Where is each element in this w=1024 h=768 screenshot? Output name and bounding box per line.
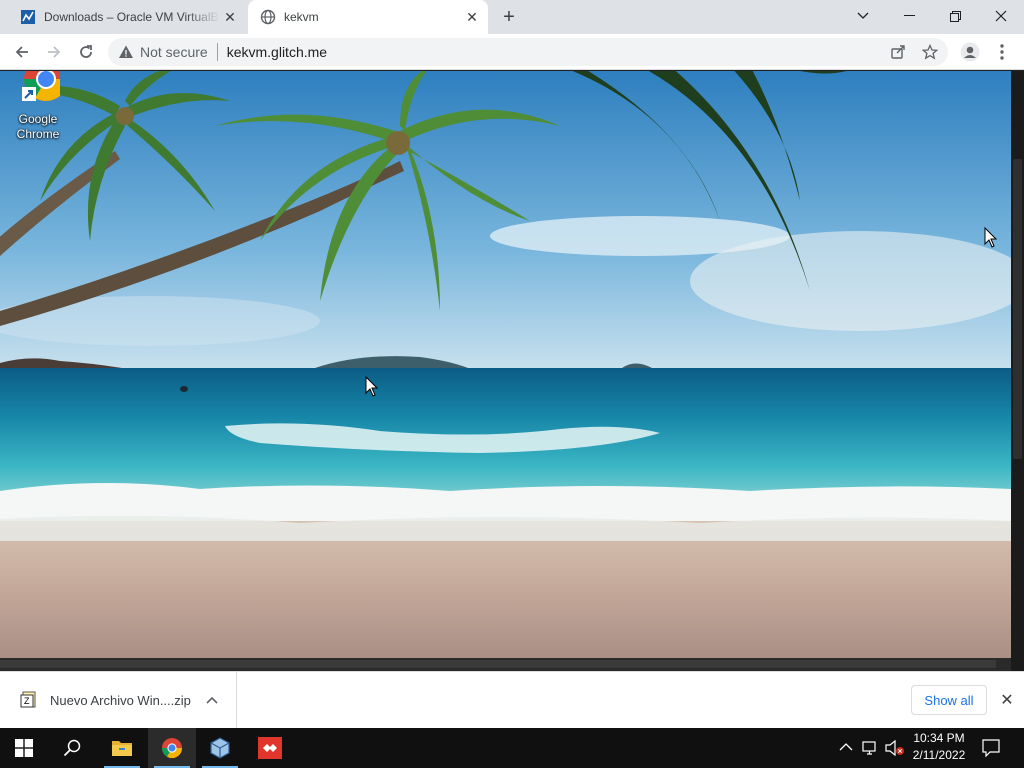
windows-start-icon[interactable] — [0, 728, 48, 768]
vm-screen[interactable]: Google Chrome — [0, 71, 1011, 658]
chrome-icon[interactable] — [148, 728, 196, 768]
google-chrome-desktop-shortcut[interactable]: Google Chrome — [8, 71, 68, 141]
beach-wallpaper — [0, 71, 1011, 658]
share-icon[interactable] — [890, 44, 906, 60]
omnibox-divider — [216, 43, 218, 61]
download-item[interactable]: Z Nuevo Archivo Win....zip — [0, 672, 237, 728]
network-icon[interactable] — [862, 740, 880, 756]
clock-date: 2/11/2022 — [912, 748, 966, 762]
scrollbar-thumb[interactable] — [1013, 159, 1022, 459]
download-shelf: Z Nuevo Archivo Win....zip Show all ✕ — [0, 671, 1024, 728]
desktop-icon-label-line1: Google — [18, 112, 58, 126]
back-icon[interactable] — [8, 38, 36, 66]
security-label[interactable]: Not secure — [140, 44, 208, 60]
virtualbox-icon[interactable] — [196, 728, 244, 768]
address-bar[interactable]: Not secure kekvm.glitch.me — [108, 38, 948, 66]
search-icon[interactable] — [48, 728, 96, 768]
show-all-button[interactable]: Show all — [911, 685, 987, 715]
chevron-up-icon[interactable] — [206, 696, 218, 704]
zip-file-icon: Z — [20, 691, 36, 708]
warning-icon[interactable] — [118, 44, 134, 60]
new-tab-button[interactable]: + — [497, 6, 521, 28]
download-filename: Nuevo Archivo Win....zip — [50, 692, 191, 708]
minimize-icon[interactable] — [886, 0, 932, 32]
forward-icon[interactable] — [40, 38, 68, 66]
close-icon[interactable] — [978, 0, 1024, 32]
horizontal-scrollbar[interactable] — [0, 658, 1011, 671]
volume-muted-icon[interactable] — [885, 740, 905, 756]
tab-strip: Downloads – Oracle VM VirtualBox ✕ kekvm… — [0, 0, 1024, 34]
browser-toolbar: Not secure kekvm.glitch.me — [0, 34, 1024, 70]
windows-taskbar: 10:34 PM 2/11/2022 — [0, 728, 1024, 768]
tab-title: Downloads – Oracle VM VirtualBox — [44, 10, 220, 24]
chevron-down-icon[interactable] — [840, 0, 886, 32]
virtualbox-downloads-favicon — [21, 10, 35, 24]
notification-icon[interactable] — [982, 739, 1000, 757]
system-clock[interactable]: 10:34 PM 2/11/2022 — [905, 730, 973, 764]
tab-kekvm[interactable]: kekvm ✕ — [248, 0, 488, 34]
tab-close-icon[interactable]: ✕ — [462, 7, 482, 27]
clock-time: 10:34 PM — [913, 731, 965, 745]
restore-icon[interactable] — [932, 0, 978, 32]
vertical-scrollbar[interactable] — [1011, 71, 1024, 671]
menu-icon[interactable] — [988, 38, 1016, 66]
chrome-icon — [22, 71, 68, 101]
anydesk-icon[interactable] — [246, 728, 294, 768]
page-content: Google Chrome — [0, 71, 1024, 671]
star-icon[interactable] — [922, 44, 938, 60]
svg-text:Z: Z — [24, 696, 30, 706]
reload-icon[interactable] — [72, 38, 100, 66]
tab-title: kekvm — [284, 10, 319, 24]
url-text[interactable]: kekvm.glitch.me — [227, 44, 327, 60]
tab-downloads[interactable]: Downloads – Oracle VM VirtualBox ✕ — [8, 0, 246, 34]
close-icon[interactable]: ✕ — [996, 689, 1018, 711]
tray-chevron-up-icon[interactable] — [839, 742, 853, 752]
tab-close-icon[interactable]: ✕ — [220, 7, 240, 27]
scrollbar-thumb[interactable] — [0, 660, 996, 668]
profile-icon[interactable] — [956, 38, 984, 66]
desktop-icon-label-line2: Chrome — [16, 127, 60, 141]
globe-icon — [260, 9, 276, 25]
file-explorer-icon[interactable] — [98, 728, 146, 768]
